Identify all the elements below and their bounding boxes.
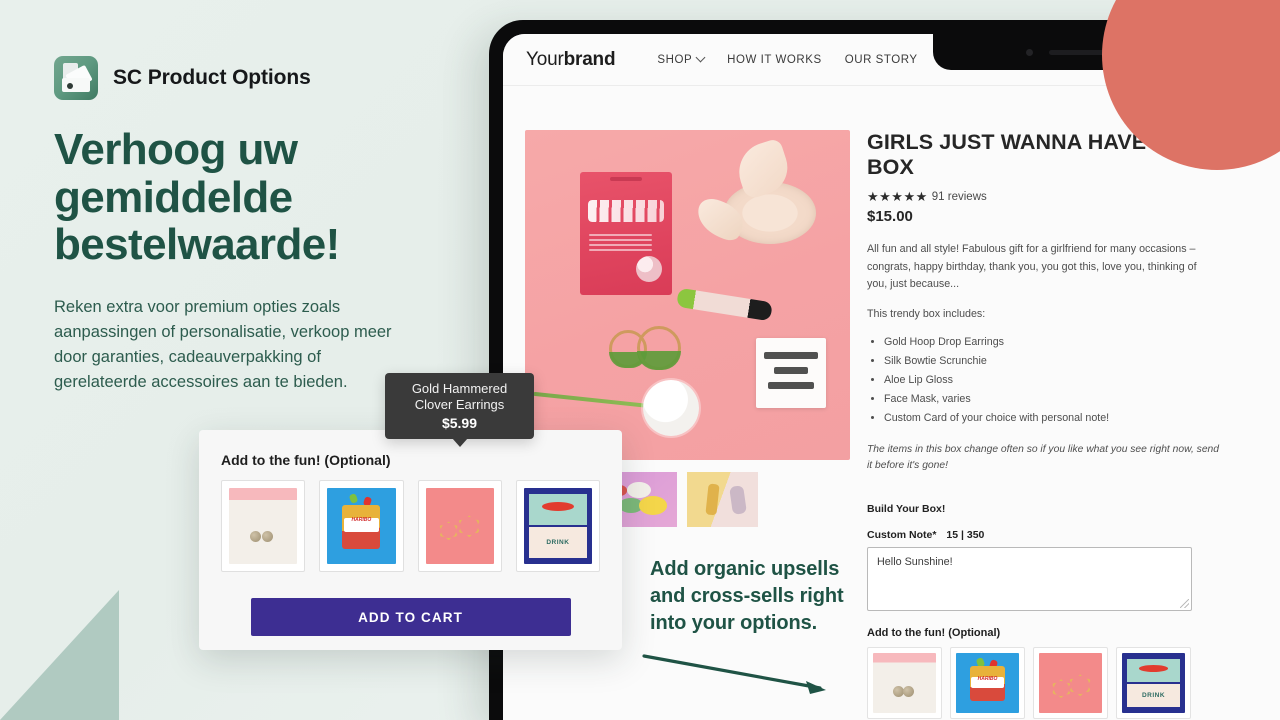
face-mask-pack-prop [580, 172, 672, 295]
custom-note-input[interactable]: Hello Sunshine! [867, 546, 1192, 611]
nav-item-our-story-label: OUR STORY [844, 53, 918, 66]
lip-gloss-prop [676, 287, 773, 322]
brand-logo-light: Your [526, 48, 564, 70]
list-item: Gold Hoop Drop Earrings [884, 333, 1219, 352]
option-swatch-gold-stud-earrings[interactable] [867, 646, 942, 719]
option-tooltip: Gold Hammered Clover Earrings $5.99 [385, 373, 534, 447]
floating-add-to-the-fun-label: Add to the fun! (Optional) [221, 452, 391, 468]
nav-item-how-it-works[interactable]: HOW IT WORKS [727, 54, 822, 66]
rating-row: ★★★★★ 91 reviews [867, 189, 1219, 205]
app-logo-row: SC Product Options [54, 56, 454, 100]
star-rating-icon: ★★★★★ [867, 189, 928, 205]
add-to-the-fun-label: Add to the fun! (Optional) [867, 626, 1001, 639]
tooltip-product-name: Gold Hammered Clover Earrings [411, 381, 508, 412]
list-item: Silk Bowtie Scrunchie [884, 352, 1219, 371]
includes-intro: This trendy box includes: [867, 308, 986, 321]
option-swatch-grid: HARIBO DRINK HARIBO DRINK [867, 646, 1219, 720]
scrunchie-prop [724, 182, 816, 244]
annotation-text: Add organic upsells and cross-sells righ… [650, 558, 844, 635]
you-got-this-card-prop [756, 338, 826, 408]
floating-option-card: Add to the fun! (Optional) HARIBO DRINK … [199, 430, 622, 650]
proximity-sensor-icon [1026, 48, 1033, 56]
app-name: SC Product Options [113, 66, 311, 89]
product-main-image[interactable] [525, 130, 850, 460]
gallery-thumb-3[interactable] [687, 472, 758, 527]
build-your-box-label: Build Your Box! [867, 502, 946, 515]
product-options-swatch-icon [54, 56, 98, 100]
floating-swatch-haribo-goldbears[interactable]: HARIBO [319, 480, 404, 572]
option-swatch-gold-clover-earrings[interactable] [1033, 646, 1108, 719]
floating-swatch-gold-stud-earrings[interactable] [221, 480, 306, 572]
nav-item-shop-label: SHOP [657, 53, 693, 66]
hoop-earring-prop-right [637, 326, 681, 370]
nav-item-shop[interactable]: SHOP [657, 54, 704, 66]
reviews-count[interactable]: 91 reviews [932, 191, 987, 203]
product-price: $15.00 [867, 208, 913, 226]
option-swatch-drink-gift-card[interactable]: DRINK [1116, 646, 1191, 719]
chevron-down-icon [697, 54, 704, 61]
brand-logo-bold: brand [563, 48, 616, 70]
nav-item-how-it-works-label: HOW IT WORKS [727, 53, 822, 66]
pom-pom-prop [643, 380, 699, 436]
custom-note-label: Custom Note* [867, 528, 937, 541]
product-fineprint: The items in this box change often so if… [867, 443, 1220, 472]
marketing-column: SC Product Options Verhoog uw gemiddelde… [54, 56, 454, 395]
list-item: Custom Card of your choice with personal… [884, 409, 1219, 428]
list-item: Aloe Lip Gloss [884, 371, 1219, 390]
page-subcopy: Reken extra voor premium opties zoals aa… [54, 297, 392, 391]
product-description: All fun and all style! Fabulous gift for… [867, 243, 1197, 290]
flower-stem-prop [533, 391, 651, 409]
option-swatch-haribo-goldbears[interactable]: HARIBO [950, 646, 1025, 719]
floating-swatch-drink-gift-card[interactable]: DRINK [515, 480, 600, 572]
nav-item-our-story[interactable]: OUR STORY [845, 54, 918, 66]
product-details: GIRLS JUST WANNA HAVE FUN BOX ★★★★★ 91 r… [867, 130, 1219, 720]
brand-logo[interactable]: Yourbrand [526, 48, 616, 71]
floating-swatch-gold-clover-earrings[interactable] [417, 480, 502, 572]
add-to-cart-button[interactable]: ADD TO CART [250, 598, 571, 636]
list-item: Face Mask, varies [884, 390, 1219, 409]
arrow-right-icon [642, 654, 826, 694]
custom-note-counter: 15 | 350 [946, 528, 985, 541]
includes-list: Gold Hoop Drop Earrings Silk Bowtie Scru… [884, 333, 1219, 428]
page-headline: Verhoog uw gemiddelde bestelwaarde! [54, 125, 340, 270]
floating-swatch-row: HARIBO DRINK [221, 480, 600, 572]
custom-note-row: Custom Note* 15 | 350 [867, 529, 1219, 541]
tooltip-product-price: $5.99 [441, 414, 478, 431]
